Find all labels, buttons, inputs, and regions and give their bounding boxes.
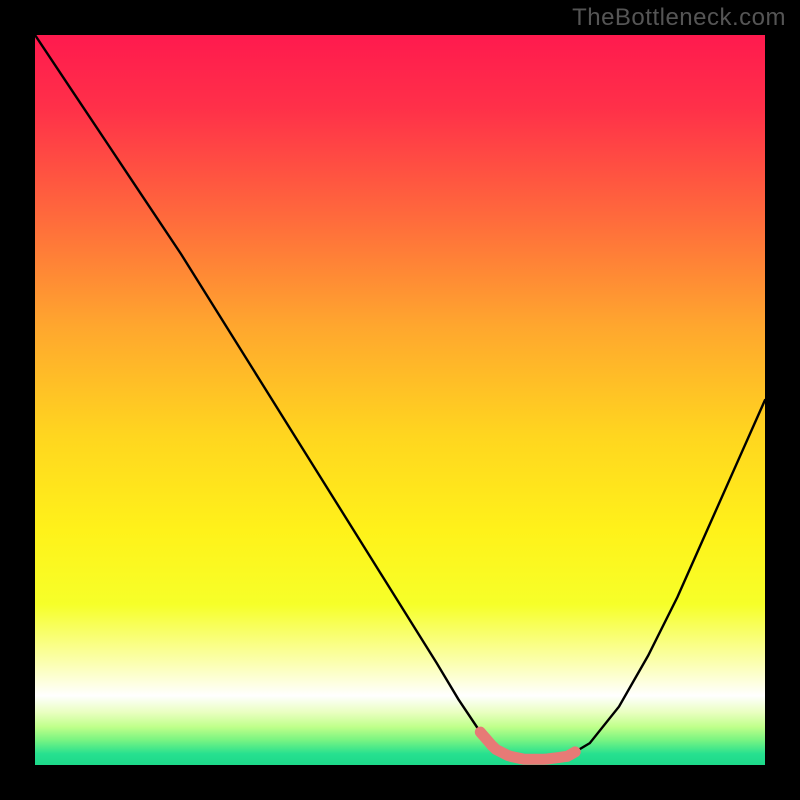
watermark-text: TheBottleneck.com	[572, 4, 786, 32]
chart-frame: TheBottleneck.com	[0, 0, 800, 800]
plot-area	[35, 35, 765, 765]
bottleneck-plot	[35, 35, 765, 765]
gradient-background	[35, 35, 765, 765]
